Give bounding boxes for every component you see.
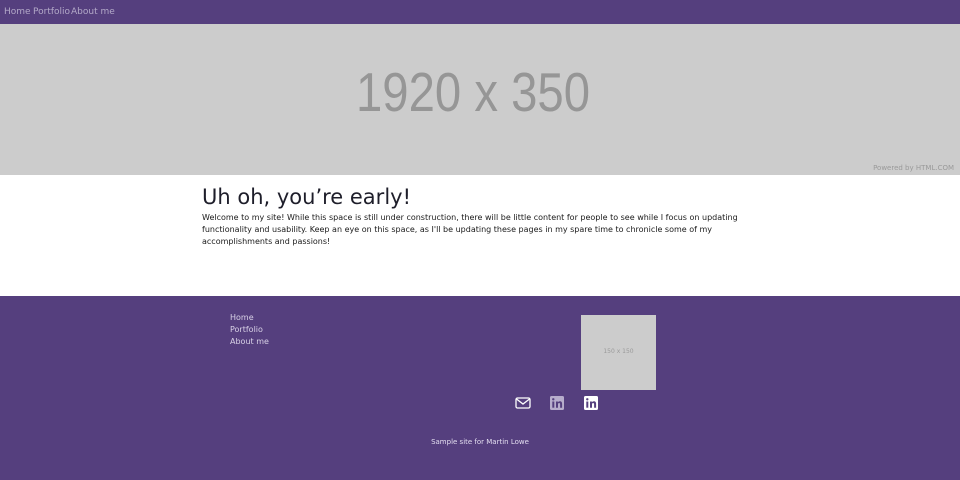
- footer-portfolio-link[interactable]: Portfolio: [230, 324, 269, 336]
- intro-paragraph: Welcome to my site! While this space is …: [202, 213, 738, 246]
- profile-image-placeholder: 150 x 150: [581, 315, 656, 390]
- footer-home-link[interactable]: Home: [230, 312, 269, 324]
- hero-image-size-label: 1920 x 350: [355, 61, 591, 123]
- hero-banner-image: 1920 x 350 Powered by HTML.COM: [0, 24, 960, 175]
- page-title: Uh oh, you’re early!: [202, 185, 411, 209]
- hero-image-credit: Powered by HTML.COM: [873, 164, 954, 172]
- footer-about-link[interactable]: About me: [230, 336, 269, 348]
- mail-icon[interactable]: [515, 395, 531, 411]
- nav-portfolio-link[interactable]: Portfolio: [33, 7, 70, 18]
- nav-about-link[interactable]: About me: [71, 7, 115, 18]
- nav-home-link[interactable]: Home: [4, 7, 31, 18]
- footer-navigation: Home Portfolio About me: [230, 312, 269, 348]
- linkedin-icon[interactable]: [549, 395, 565, 411]
- profile-image-size-label: 150 x 150: [603, 348, 634, 355]
- linkedin-icon[interactable]: [583, 395, 599, 411]
- site-footer: Home Portfolio About me 150 x 150 Sample…: [0, 296, 960, 480]
- footer-credit: Sample site for Martin Lowe: [431, 438, 529, 446]
- top-navigation: Home Portfolio About me: [0, 0, 960, 24]
